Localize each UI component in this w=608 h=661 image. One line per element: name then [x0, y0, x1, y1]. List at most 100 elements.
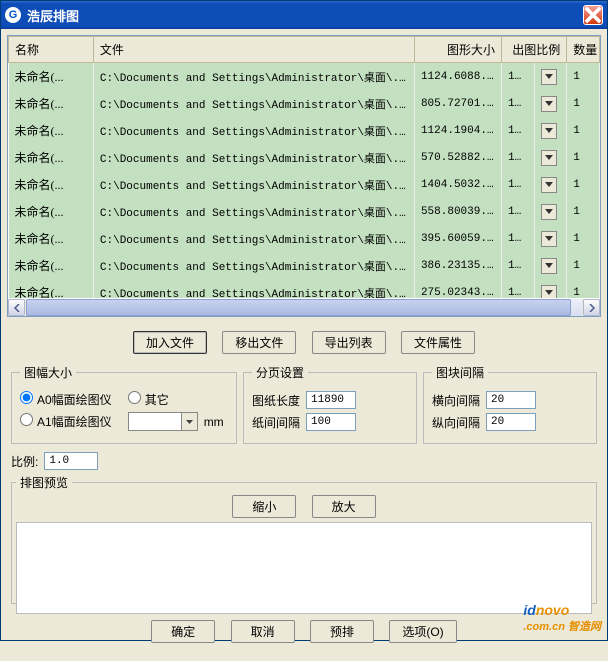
preview-group: 排图预览 缩小 放大 [11, 474, 597, 604]
header-size[interactable]: 图形大小 [414, 37, 501, 63]
prearrange-button[interactable]: 预排 [310, 620, 374, 643]
paper-gap-input[interactable] [306, 413, 356, 431]
table-row[interactable]: 未命名(...C:\Documents and Settings\Adminis… [9, 279, 600, 298]
table-row[interactable]: 未命名(...C:\Documents and Settings\Adminis… [9, 225, 600, 252]
a1-radio[interactable] [20, 413, 33, 426]
export-list-button[interactable]: 导出列表 [312, 331, 386, 354]
window-title: 浩辰排图 [27, 6, 79, 25]
ratio-dropdown-button[interactable] [541, 150, 557, 166]
ratio-dropdown-button[interactable] [541, 231, 557, 247]
cell-size: 1124.1904... [414, 117, 501, 144]
add-file-button[interactable]: 加入文件 [133, 331, 207, 354]
zoom-in-button[interactable]: 放大 [312, 495, 376, 518]
cell-ratio: 1.00 [502, 90, 535, 117]
a0-radio[interactable] [20, 391, 33, 404]
ratio-input[interactable] [44, 452, 98, 470]
cell-file: C:\Documents and Settings\Administrator\… [93, 117, 414, 144]
a0-radio-label[interactable]: A0幅面绘图仪 [20, 391, 112, 408]
cell-name: 未命名(... [9, 225, 94, 252]
cell-ratio: 1.00 [502, 63, 535, 91]
paper-size-legend: 图幅大小 [20, 364, 76, 381]
preview-legend: 排图预览 [16, 474, 72, 491]
ratio-dropdown-button[interactable] [541, 69, 557, 85]
cell-qty: 1 [567, 171, 600, 198]
v-gap-input[interactable] [486, 413, 536, 431]
cell-ratio: 1.00 [502, 198, 535, 225]
cell-file: C:\Documents and Settings\Administrator\… [93, 90, 414, 117]
ok-button[interactable]: 确定 [151, 620, 215, 643]
cell-size: 386.23135... [414, 252, 501, 279]
paper-length-input[interactable] [306, 391, 356, 409]
cell-size: 395.60059... [414, 225, 501, 252]
cancel-button[interactable]: 取消 [231, 620, 295, 643]
cell-file: C:\Documents and Settings\Administrator\… [93, 198, 414, 225]
zoom-out-button[interactable]: 缩小 [232, 495, 296, 518]
page-settings-legend: 分页设置 [252, 364, 308, 381]
scroll-track[interactable] [26, 299, 582, 316]
unit-label: mm [204, 415, 224, 429]
ratio-dropdown-button[interactable] [541, 285, 557, 299]
scroll-thumb[interactable] [26, 299, 571, 316]
cell-file: C:\Documents and Settings\Administrator\… [93, 171, 414, 198]
cell-size: 805.72701... [414, 90, 501, 117]
block-gap-group: 图块间隔 横向间隔 纵向间隔 [423, 364, 597, 444]
table-row[interactable]: 未命名(...C:\Documents and Settings\Adminis… [9, 144, 600, 171]
cell-file: C:\Documents and Settings\Administrator\… [93, 225, 414, 252]
header-name[interactable]: 名称 [9, 37, 94, 63]
table-row[interactable]: 未命名(...C:\Documents and Settings\Adminis… [9, 90, 600, 117]
a1-radio-label[interactable]: A1幅面绘图仪 [20, 413, 112, 430]
cell-size: 570.52882... [414, 144, 501, 171]
horizontal-scrollbar[interactable] [8, 299, 600, 316]
file-props-button[interactable]: 文件属性 [401, 331, 475, 354]
app-icon: G [5, 7, 21, 23]
cell-qty: 1 [567, 225, 600, 252]
h-gap-input[interactable] [486, 391, 536, 409]
paper-combo[interactable] [128, 412, 198, 431]
file-table: 名称 文件 图形大小 出图比例 数量 未命名(...C:\Documents a… [7, 35, 601, 317]
header-ratio[interactable]: 出图比例 [502, 37, 567, 63]
cell-size: 1404.5032... [414, 171, 501, 198]
options-button[interactable]: 选项(O) [389, 620, 456, 643]
table-row[interactable]: 未命名(...C:\Documents and Settings\Adminis… [9, 171, 600, 198]
cell-name: 未命名(... [9, 279, 94, 298]
other-radio[interactable] [128, 391, 141, 404]
cell-qty: 1 [567, 279, 600, 298]
cell-qty: 1 [567, 90, 600, 117]
cell-file: C:\Documents and Settings\Administrator\… [93, 279, 414, 298]
cell-qty: 1 [567, 63, 600, 91]
ratio-dropdown-button[interactable] [541, 258, 557, 274]
scroll-right-button[interactable] [583, 299, 600, 316]
cell-qty: 1 [567, 198, 600, 225]
cell-ratio: 1.00 [502, 252, 535, 279]
paper-gap-label: 纸间间隔 [252, 414, 300, 431]
close-button[interactable] [583, 5, 603, 25]
cell-name: 未命名(... [9, 252, 94, 279]
cell-ratio: 1.00 [502, 117, 535, 144]
ratio-dropdown-button[interactable] [541, 96, 557, 112]
cell-ratio: 1.00 [502, 225, 535, 252]
header-qty[interactable]: 数量 [567, 37, 600, 63]
cell-qty: 1 [567, 252, 600, 279]
cell-name: 未命名(... [9, 171, 94, 198]
block-gap-legend: 图块间隔 [432, 364, 488, 381]
table-row[interactable]: 未命名(...C:\Documents and Settings\Adminis… [9, 252, 600, 279]
header-file[interactable]: 文件 [93, 37, 414, 63]
cell-size: 558.80039... [414, 198, 501, 225]
remove-file-button[interactable]: 移出文件 [222, 331, 296, 354]
cell-file: C:\Documents and Settings\Administrator\… [93, 144, 414, 171]
chevron-down-icon[interactable] [181, 413, 197, 430]
ratio-dropdown-button[interactable] [541, 177, 557, 193]
ratio-dropdown-button[interactable] [541, 204, 557, 220]
table-header-row: 名称 文件 图形大小 出图比例 数量 [9, 37, 600, 63]
ratio-dropdown-button[interactable] [541, 123, 557, 139]
scroll-left-button[interactable] [8, 299, 25, 316]
table-row[interactable]: 未命名(...C:\Documents and Settings\Adminis… [9, 198, 600, 225]
table-row[interactable]: 未命名(...C:\Documents and Settings\Adminis… [9, 63, 600, 91]
cell-name: 未命名(... [9, 90, 94, 117]
cell-name: 未命名(... [9, 63, 94, 91]
other-radio-label[interactable]: 其它 [128, 391, 169, 408]
cell-file: C:\Documents and Settings\Administrator\… [93, 63, 414, 91]
paper-length-label: 图纸长度 [252, 392, 300, 409]
v-gap-label: 纵向间隔 [432, 414, 480, 431]
table-row[interactable]: 未命名(...C:\Documents and Settings\Adminis… [9, 117, 600, 144]
